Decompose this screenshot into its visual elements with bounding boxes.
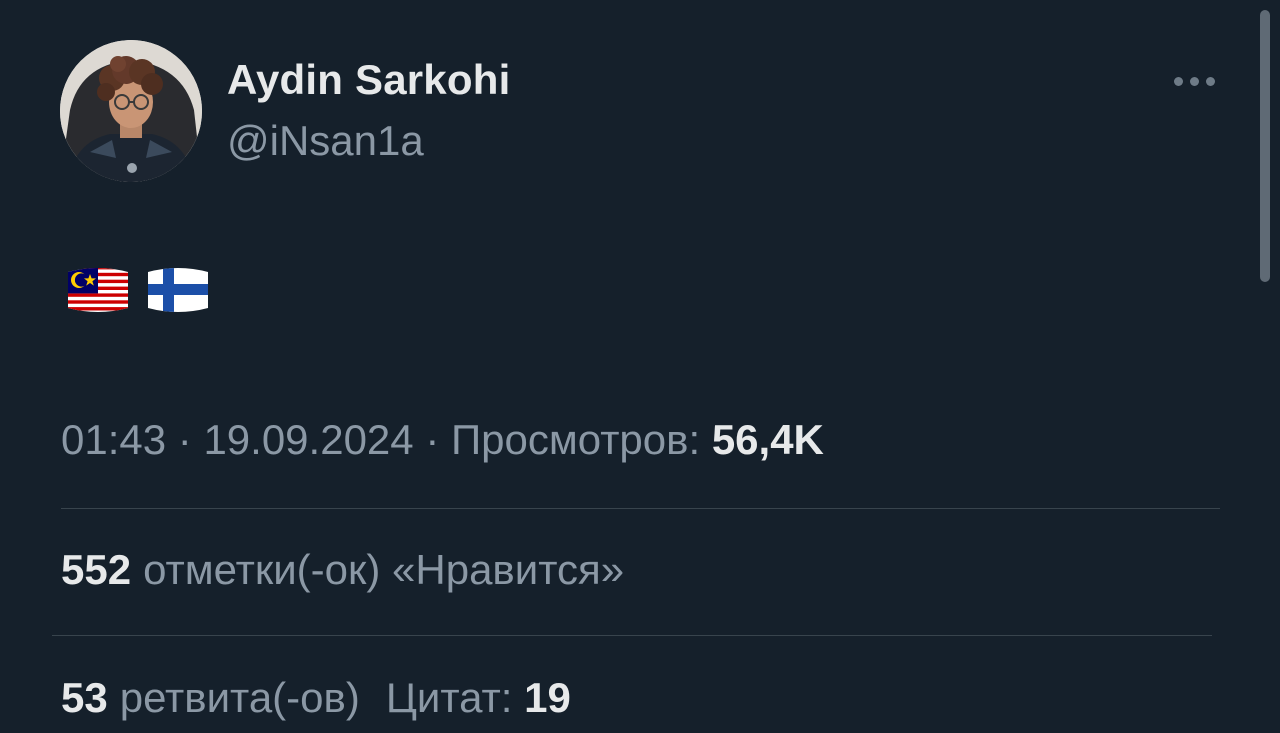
views-count: 56,4K <box>711 416 824 463</box>
author-handle[interactable]: @iNsan1a <box>227 117 424 165</box>
retweets-label: ретвита(-ов) <box>119 674 360 721</box>
likes-count: 552 <box>61 546 132 593</box>
divider <box>52 635 1212 636</box>
retweets-count: 53 <box>61 674 108 721</box>
quotes-count: 19 <box>524 674 571 721</box>
meta-separator: · <box>166 416 204 463</box>
more-options-button[interactable] <box>1166 64 1222 98</box>
more-horizontal-icon <box>1205 76 1215 86</box>
tweet-date[interactable]: 19.09.2024 <box>203 416 413 463</box>
views-label: Просмотров: <box>450 416 701 463</box>
meta-separator: · <box>413 416 451 463</box>
more-horizontal-icon <box>1173 76 1183 86</box>
tweet-time[interactable]: 01:43 <box>61 416 166 463</box>
finland-flag-icon <box>148 268 208 312</box>
retweets-stat-link[interactable]: 53 ретвита(-ов) <box>61 674 360 721</box>
tweet-detail-page: Aydin Sarkohi @iNsan1a 01:43 · 19.09.202… <box>0 0 1280 733</box>
more-horizontal-icon <box>1189 76 1199 86</box>
quotes-label: Цитат: <box>385 674 513 721</box>
reposts-stats: 53 ретвита(-ов) Цитат: 19 <box>61 674 571 722</box>
author-display-name[interactable]: Aydin Sarkohi <box>227 56 510 104</box>
malaysia-flag-icon <box>68 268 128 312</box>
profile-photo <box>60 40 202 182</box>
likes-label: отметки(-ок) «Нравится» <box>143 546 625 593</box>
tweet-meta: 01:43 · 19.09.2024 · Просмотров: 56,4K <box>61 416 824 464</box>
tweet-text <box>66 266 210 314</box>
quotes-stat-link[interactable]: Цитат: 19 <box>386 674 571 721</box>
likes-stat-link[interactable]: 552 отметки(-ок) «Нравится» <box>61 546 624 594</box>
avatar[interactable] <box>60 40 202 182</box>
scrollbar-thumb[interactable] <box>1260 10 1270 282</box>
divider <box>61 508 1220 509</box>
